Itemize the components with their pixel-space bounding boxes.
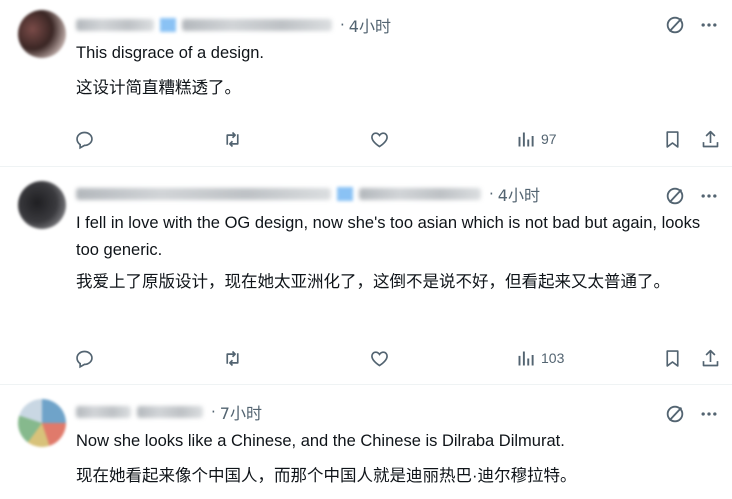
- avatar[interactable]: [18, 10, 66, 58]
- handle-blurred[interactable]: [182, 19, 332, 31]
- bookmark-icon: [666, 130, 679, 148]
- post-time[interactable]: 4小时: [349, 13, 391, 37]
- bookmark-button[interactable]: [662, 126, 683, 152]
- grok-icon[interactable]: [664, 403, 686, 425]
- post-text-zh: 我爱上了原版设计，现在她太亚洲化了，这倒不是说不好，但看起来又太普通了。: [76, 273, 670, 291]
- reply-icon: [76, 131, 93, 149]
- more-icon[interactable]: [698, 185, 720, 207]
- display-name-blurred[interactable]: [76, 406, 131, 418]
- display-name-blurred[interactable]: [76, 19, 154, 31]
- post-3[interactable]: · 7小时 Now she looks like a Chinese, and …: [0, 385, 732, 499]
- grok-icon[interactable]: [664, 185, 686, 207]
- reply-button[interactable]: [74, 126, 95, 152]
- views-count: 103: [541, 350, 565, 366]
- post-text-zh: 现在她看起来像个中国人，而那个中国人就是迪丽热巴·迪尔穆拉特。: [76, 467, 577, 485]
- handle-blurred[interactable]: [137, 406, 203, 418]
- post-time[interactable]: 7小时: [220, 400, 262, 424]
- handle-blurred[interactable]: [359, 188, 481, 200]
- like-icon: [371, 131, 388, 147]
- verified-badge-blurred: [337, 187, 353, 201]
- like-button[interactable]: [369, 345, 390, 371]
- post-text-en: This disgrace of a design.: [76, 44, 265, 62]
- post-header: · 7小时: [76, 401, 262, 423]
- post-actions: 97: [74, 126, 724, 152]
- avatar[interactable]: [18, 181, 66, 229]
- like-icon: [371, 350, 388, 366]
- share-icon: [702, 130, 719, 147]
- share-icon: [702, 349, 719, 366]
- post-actions: 103: [74, 345, 724, 371]
- post-header: · 4小时: [76, 14, 391, 36]
- reply-icon: [76, 350, 93, 368]
- avatar[interactable]: [18, 399, 66, 447]
- bookmark-icon: [666, 349, 679, 367]
- reply-button[interactable]: [74, 345, 95, 371]
- views-button[interactable]: 103: [516, 345, 564, 371]
- views-icon: [518, 132, 534, 146]
- display-name-blurred[interactable]: [76, 188, 331, 200]
- views-count: 97: [541, 131, 557, 147]
- bookmark-button[interactable]: [662, 345, 683, 371]
- post-header: · 4小时: [76, 183, 540, 205]
- post-2[interactable]: · 4小时 I fell in love with the OG design,…: [0, 167, 732, 384]
- share-button[interactable]: [700, 126, 721, 152]
- verified-badge-blurred: [160, 18, 176, 32]
- post-time[interactable]: 4小时: [498, 182, 540, 206]
- repost-button[interactable]: [222, 345, 243, 371]
- post-text-en: Now she looks like a Chinese, and the Ch…: [76, 432, 565, 450]
- post-text-en: I fell in love with the OG design, now s…: [76, 214, 701, 259]
- grok-icon[interactable]: [664, 14, 686, 36]
- repost-icon: [226, 131, 239, 147]
- more-icon[interactable]: [698, 14, 720, 36]
- share-button[interactable]: [700, 345, 721, 371]
- more-icon[interactable]: [698, 403, 720, 425]
- post-1[interactable]: · 4小时 This disgrace of a design. 这设计简直糟糕…: [0, 0, 732, 166]
- views-button[interactable]: 97: [516, 126, 557, 152]
- repost-button[interactable]: [222, 126, 243, 152]
- like-button[interactable]: [369, 126, 390, 152]
- repost-icon: [226, 350, 239, 366]
- views-icon: [518, 351, 534, 365]
- post-text-zh: 这设计简直糟糕透了。: [76, 79, 241, 97]
